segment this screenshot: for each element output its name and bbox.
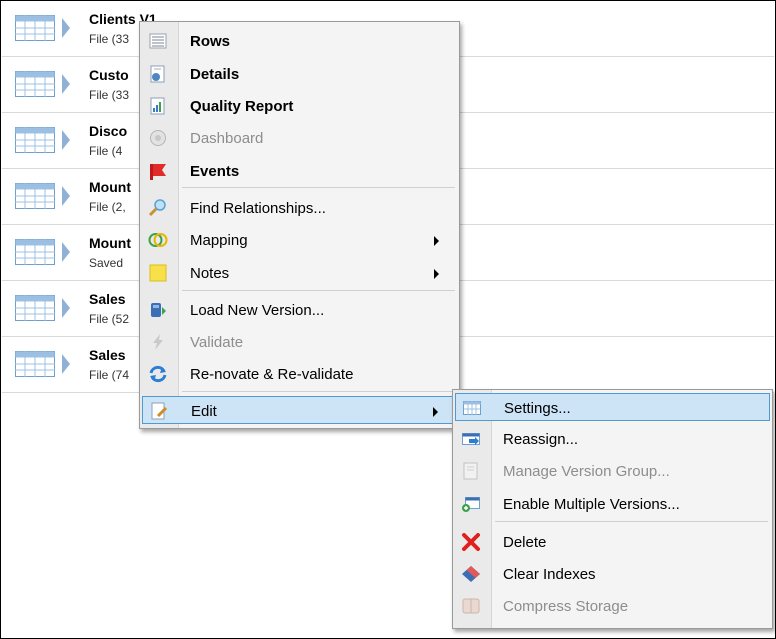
menu-separator bbox=[182, 391, 455, 392]
mapping-icon bbox=[148, 233, 168, 247]
menu-item-label: Settings... bbox=[504, 400, 571, 417]
list-item-meta: File (33 bbox=[89, 32, 130, 46]
list-item-meta: File (52 bbox=[89, 312, 130, 326]
menu-item-rows[interactable]: Rows bbox=[142, 27, 457, 55]
menu-item-validate[interactable]: Validate bbox=[142, 328, 457, 356]
list-item-name: Custo bbox=[89, 67, 129, 83]
notes-icon bbox=[149, 264, 167, 282]
submenu-arrow-icon bbox=[434, 269, 439, 279]
list-item-name: Sales bbox=[89, 291, 126, 307]
rows-icon bbox=[149, 33, 167, 49]
menu-item-load-new-version[interactable]: Load New Version... bbox=[142, 296, 457, 324]
menu-item-renovate-revalidate[interactable]: Re-novate & Re-validate bbox=[142, 360, 457, 388]
edit-submenu: Settings... Reassign... Manage Version G… bbox=[452, 389, 773, 629]
menu-item-label: Dashboard bbox=[190, 130, 264, 147]
menu-item-details[interactable]: Details bbox=[142, 60, 457, 88]
table-icon bbox=[15, 239, 55, 265]
menu-separator bbox=[182, 187, 455, 188]
submenu-arrow-icon bbox=[433, 407, 438, 417]
menu-item-label: Find Relationships... bbox=[190, 200, 326, 217]
window-frame: Clients V1 File (33 Custo File (33 Disco… bbox=[0, 0, 776, 639]
menu-item-label: Mapping bbox=[190, 232, 248, 249]
submenu-arrow-icon bbox=[434, 236, 439, 246]
list-item-meta: File (4 bbox=[89, 144, 123, 158]
menu-separator bbox=[182, 290, 455, 291]
context-menu: Rows Details Quality Report Dashboard Ev… bbox=[139, 21, 460, 429]
settings-table-icon bbox=[463, 401, 481, 415]
table-icon bbox=[15, 71, 55, 97]
list-item-meta: Saved bbox=[89, 256, 124, 270]
list-item-name: Disco bbox=[89, 123, 128, 139]
menu-item-find-relationships[interactable]: Find Relationships... bbox=[142, 194, 457, 222]
expand-arrow-icon[interactable] bbox=[62, 74, 70, 94]
dashboard-icon bbox=[150, 130, 166, 146]
menu-item-label: Edit bbox=[191, 403, 217, 420]
flag-icon bbox=[150, 164, 166, 180]
menu-item-label: Delete bbox=[503, 534, 547, 551]
menu-item-compress-storage[interactable]: Compress Storage bbox=[455, 592, 770, 620]
expand-arrow-icon[interactable] bbox=[62, 298, 70, 318]
expand-arrow-icon[interactable] bbox=[62, 18, 70, 38]
menu-item-label: Details bbox=[190, 66, 240, 83]
menu-item-manage-version-group[interactable]: Manage Version Group... bbox=[455, 457, 770, 485]
eraser-icon bbox=[462, 566, 480, 582]
magnifier-icon bbox=[148, 199, 166, 217]
menu-item-mapping[interactable]: Mapping bbox=[142, 226, 457, 254]
menu-item-label: Events bbox=[190, 163, 240, 180]
menu-item-enable-multiple-versions[interactable]: Enable Multiple Versions... bbox=[455, 490, 770, 518]
menu-item-label: Clear Indexes bbox=[503, 566, 596, 583]
menu-item-label: Compress Storage bbox=[503, 598, 629, 615]
delete-x-icon bbox=[462, 533, 480, 551]
menu-item-label: Quality Report bbox=[190, 98, 294, 115]
menu-item-notes[interactable]: Notes bbox=[142, 259, 457, 287]
table-icon bbox=[15, 15, 55, 41]
list-item-meta: File (2, bbox=[89, 200, 126, 214]
multiple-versions-icon bbox=[462, 497, 480, 512]
list-item-name: Mount bbox=[89, 235, 131, 251]
menu-item-label: Notes bbox=[190, 265, 230, 282]
menu-item-delete[interactable]: Delete bbox=[455, 528, 770, 556]
menu-item-settings[interactable]: Settings... bbox=[455, 393, 770, 421]
menu-item-events[interactable]: Events bbox=[142, 157, 457, 185]
edit-icon bbox=[151, 402, 168, 420]
reassign-icon bbox=[462, 433, 480, 445]
refresh-icon bbox=[149, 365, 167, 383]
menu-item-label: Manage Version Group... bbox=[503, 463, 670, 480]
list-item-name: Sales bbox=[89, 347, 126, 363]
list-item-meta: File (74 bbox=[89, 368, 130, 382]
menu-item-label: Reassign... bbox=[503, 431, 579, 448]
menu-item-clear-indexes[interactable]: Clear Indexes bbox=[455, 560, 770, 588]
menu-item-quality-report[interactable]: Quality Report bbox=[142, 92, 457, 120]
expand-arrow-icon[interactable] bbox=[62, 242, 70, 262]
quality-report-icon bbox=[150, 97, 165, 115]
menu-item-label: Validate bbox=[190, 334, 244, 351]
menu-item-label: Rows bbox=[190, 33, 231, 50]
compress-icon bbox=[462, 598, 480, 614]
menu-separator bbox=[495, 521, 768, 522]
menu-item-label: Load New Version... bbox=[190, 302, 325, 319]
expand-arrow-icon[interactable] bbox=[62, 130, 70, 150]
list-item-meta: File (33 bbox=[89, 88, 130, 102]
menu-item-edit[interactable]: Edit bbox=[142, 396, 457, 424]
menu-item-dashboard[interactable]: Dashboard bbox=[142, 124, 457, 152]
load-version-icon bbox=[151, 303, 166, 317]
table-icon bbox=[15, 351, 55, 377]
table-icon bbox=[15, 183, 55, 209]
expand-arrow-icon[interactable] bbox=[62, 186, 70, 206]
table-icon bbox=[15, 127, 55, 153]
details-icon bbox=[150, 65, 165, 83]
table-icon bbox=[15, 295, 55, 321]
list-item-name: Mount bbox=[89, 179, 131, 195]
version-group-icon bbox=[463, 462, 478, 480]
lightning-icon bbox=[153, 334, 163, 350]
expand-arrow-icon[interactable] bbox=[62, 354, 70, 374]
menu-item-label: Re-novate & Re-validate bbox=[190, 366, 354, 383]
menu-item-label: Enable Multiple Versions... bbox=[503, 496, 680, 513]
menu-item-reassign[interactable]: Reassign... bbox=[455, 425, 770, 453]
